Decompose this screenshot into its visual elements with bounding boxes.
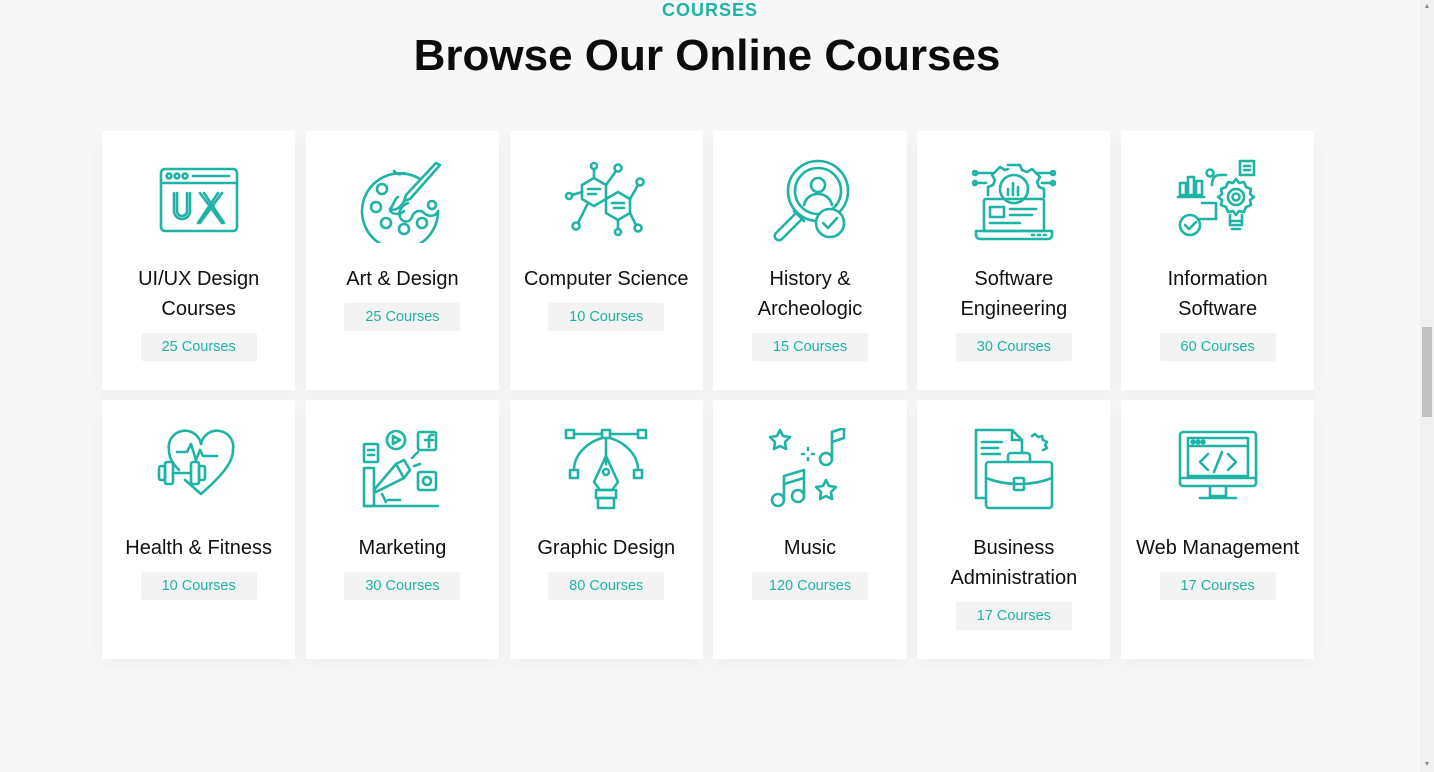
course-count-badge: 25 Courses bbox=[344, 303, 461, 331]
course-title: Computer Science bbox=[523, 268, 689, 290]
laptop-gear-icon bbox=[971, 159, 1056, 243]
courses-section: COURSES Browse Our Online Courses UI/UX … bbox=[0, 0, 1420, 772]
course-count-badge: 60 Courses bbox=[1159, 333, 1276, 361]
bulb-gear-chart-icon bbox=[1176, 159, 1260, 243]
course-card-marketing[interactable]: Marketing 30 Courses bbox=[305, 400, 500, 659]
course-title: Art & Design bbox=[346, 268, 459, 290]
heart-dumbbell-icon bbox=[157, 428, 241, 512]
course-card-web-management[interactable]: Web Management 17 Courses bbox=[1120, 400, 1315, 659]
music-notes-stars-icon bbox=[768, 428, 852, 512]
scrollbar-thumb[interactable] bbox=[1422, 327, 1432, 417]
scroll-down-arrow-icon[interactable]: ▼ bbox=[1420, 758, 1434, 772]
course-count-badge: 30 Courses bbox=[955, 333, 1072, 361]
course-count-badge: 15 Courses bbox=[752, 333, 869, 361]
paint-palette-icon bbox=[360, 159, 444, 243]
course-title: Business Administration bbox=[950, 537, 1078, 589]
course-card-music[interactable]: Music 120 Courses bbox=[713, 400, 907, 659]
course-title: Software Engineering bbox=[960, 268, 1068, 320]
course-card-graphic-design[interactable]: Graphic Design 80 Courses bbox=[509, 400, 703, 659]
course-count-badge: 17 Courses bbox=[1159, 572, 1276, 600]
course-count-badge: 25 Courses bbox=[140, 333, 257, 361]
section-eyebrow: COURSES bbox=[661, 0, 758, 20]
course-title: Marketing bbox=[358, 537, 447, 559]
scroll-up-arrow-icon[interactable]: ▲ bbox=[1420, 0, 1434, 14]
course-count-badge: 80 Courses bbox=[548, 572, 665, 600]
course-card-business-administration[interactable]: Business Administration 17 Courses bbox=[917, 400, 1111, 659]
course-title: Music bbox=[783, 537, 837, 559]
course-count-badge: 10 Courses bbox=[548, 303, 665, 331]
course-card-ui-ux-design[interactable]: UI/UX Design Courses 25 Courses bbox=[102, 131, 296, 390]
magnifier-person-icon bbox=[768, 159, 852, 243]
course-card-information-software[interactable]: Information Software 60 Courses bbox=[1120, 131, 1315, 390]
course-title: Health & Fitness bbox=[125, 537, 272, 559]
course-count-badge: 30 Courses bbox=[344, 572, 461, 600]
network-hexagon-icon bbox=[564, 159, 648, 243]
course-card-health-fitness[interactable]: Health & Fitness 10 Courses bbox=[102, 400, 296, 659]
course-count-badge: 120 Courses bbox=[752, 572, 869, 600]
vertical-scrollbar[interactable]: ▲ ▼ bbox=[1420, 0, 1434, 772]
ux-window-icon bbox=[157, 159, 241, 243]
course-card-computer-science[interactable]: Computer Science 10 Courses bbox=[509, 131, 703, 390]
course-title: UI/UX Design Courses bbox=[138, 268, 260, 320]
course-title: Information Software bbox=[1167, 268, 1268, 320]
pen-tool-bezier-icon bbox=[564, 428, 648, 512]
course-card-art-design[interactable]: Art & Design 25 Courses bbox=[305, 131, 500, 390]
monitor-code-icon bbox=[1176, 428, 1260, 512]
briefcase-document-icon bbox=[972, 428, 1056, 512]
course-count-badge: 17 Courses bbox=[955, 602, 1072, 630]
course-title: History & Archeologic bbox=[757, 268, 863, 320]
course-grid: UI/UX Design Courses 25 Courses Art & De… bbox=[102, 131, 1315, 659]
course-title: Graphic Design bbox=[537, 537, 676, 559]
megaphone-social-icon bbox=[360, 428, 444, 512]
section-title: Browse Our Online Courses bbox=[413, 31, 1001, 80]
course-card-software-engineering[interactable]: Software Engineering 30 Courses bbox=[917, 131, 1111, 390]
course-title: Web Management bbox=[1136, 537, 1300, 559]
course-card-history-archeologic[interactable]: History & Archeologic 15 Courses bbox=[713, 131, 907, 390]
course-count-badge: 10 Courses bbox=[140, 572, 257, 600]
